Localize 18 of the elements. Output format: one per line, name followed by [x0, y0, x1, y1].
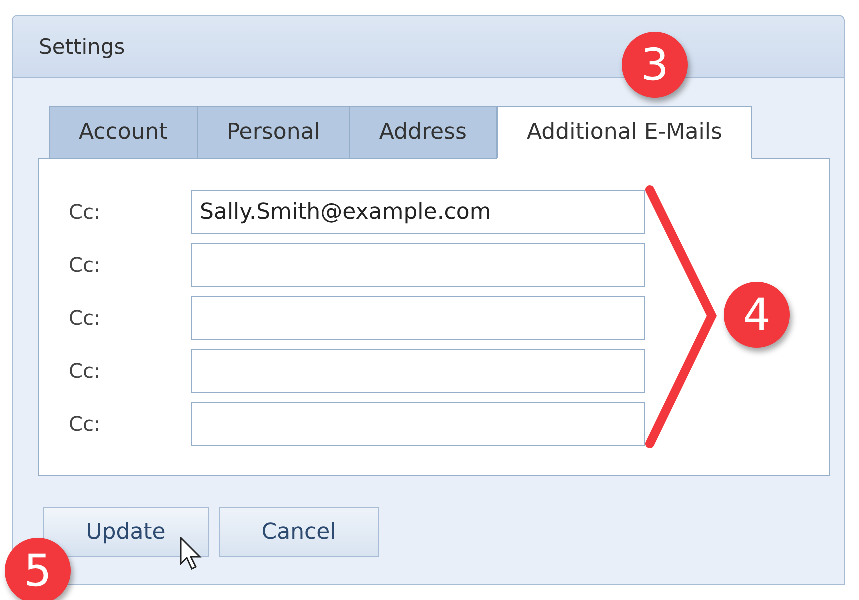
- tab[interactable]: Personal: [198, 106, 350, 159]
- field-label: Cc:: [69, 412, 102, 436]
- field-label: Cc:: [69, 306, 102, 330]
- input-field[interactable]: [191, 296, 645, 340]
- cursor-icon: [180, 537, 204, 571]
- field-label: Cc:: [69, 200, 102, 224]
- window-title: Settings: [39, 34, 126, 58]
- tab[interactable]: Account: [49, 106, 198, 159]
- cancel-button[interactable]: Cancel: [219, 507, 379, 557]
- tab[interactable]: Additional E-Mails: [496, 106, 752, 159]
- field-label: Cc:: [69, 359, 102, 383]
- field-label: Cc:: [69, 253, 102, 277]
- callout-badge: 5: [5, 538, 71, 600]
- input-field[interactable]: Sally.Smith@example.com: [191, 190, 645, 234]
- input-field[interactable]: [191, 402, 645, 446]
- input-field[interactable]: [191, 243, 645, 287]
- tab[interactable]: Address: [350, 106, 497, 159]
- input-field[interactable]: [191, 349, 645, 393]
